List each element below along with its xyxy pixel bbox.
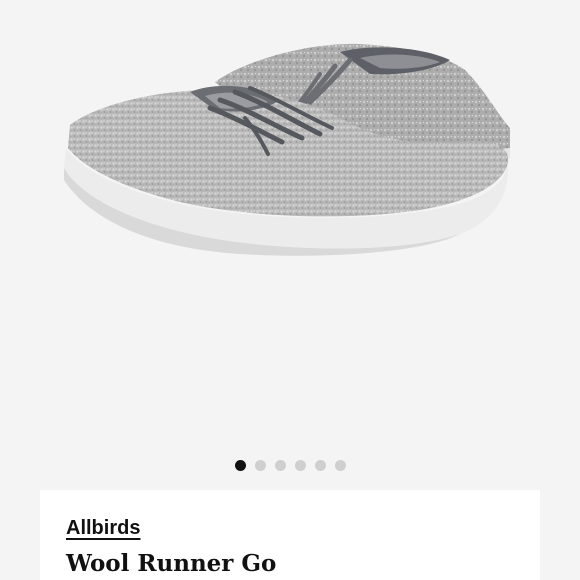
product-image-gallery[interactable] xyxy=(0,0,580,490)
gallery-dot-2[interactable] xyxy=(254,460,266,471)
gallery-dot-6[interactable] xyxy=(334,460,346,471)
product-title: Wool Runner Go xyxy=(66,550,277,577)
gallery-pagination-dots xyxy=(0,460,580,471)
product-info-card: Allbirds Wool Runner Go xyxy=(40,490,540,580)
brand-link[interactable]: Allbirds xyxy=(66,516,140,540)
gallery-dot-1[interactable] xyxy=(234,460,246,471)
gallery-dot-5[interactable] xyxy=(314,460,326,471)
gallery-dot-4[interactable] xyxy=(294,460,306,471)
gallery-dot-3[interactable] xyxy=(274,460,286,471)
product-image-wool-runner-sneakers[interactable] xyxy=(40,30,540,260)
product-page: Allbirds Wool Runner Go xyxy=(0,0,580,580)
